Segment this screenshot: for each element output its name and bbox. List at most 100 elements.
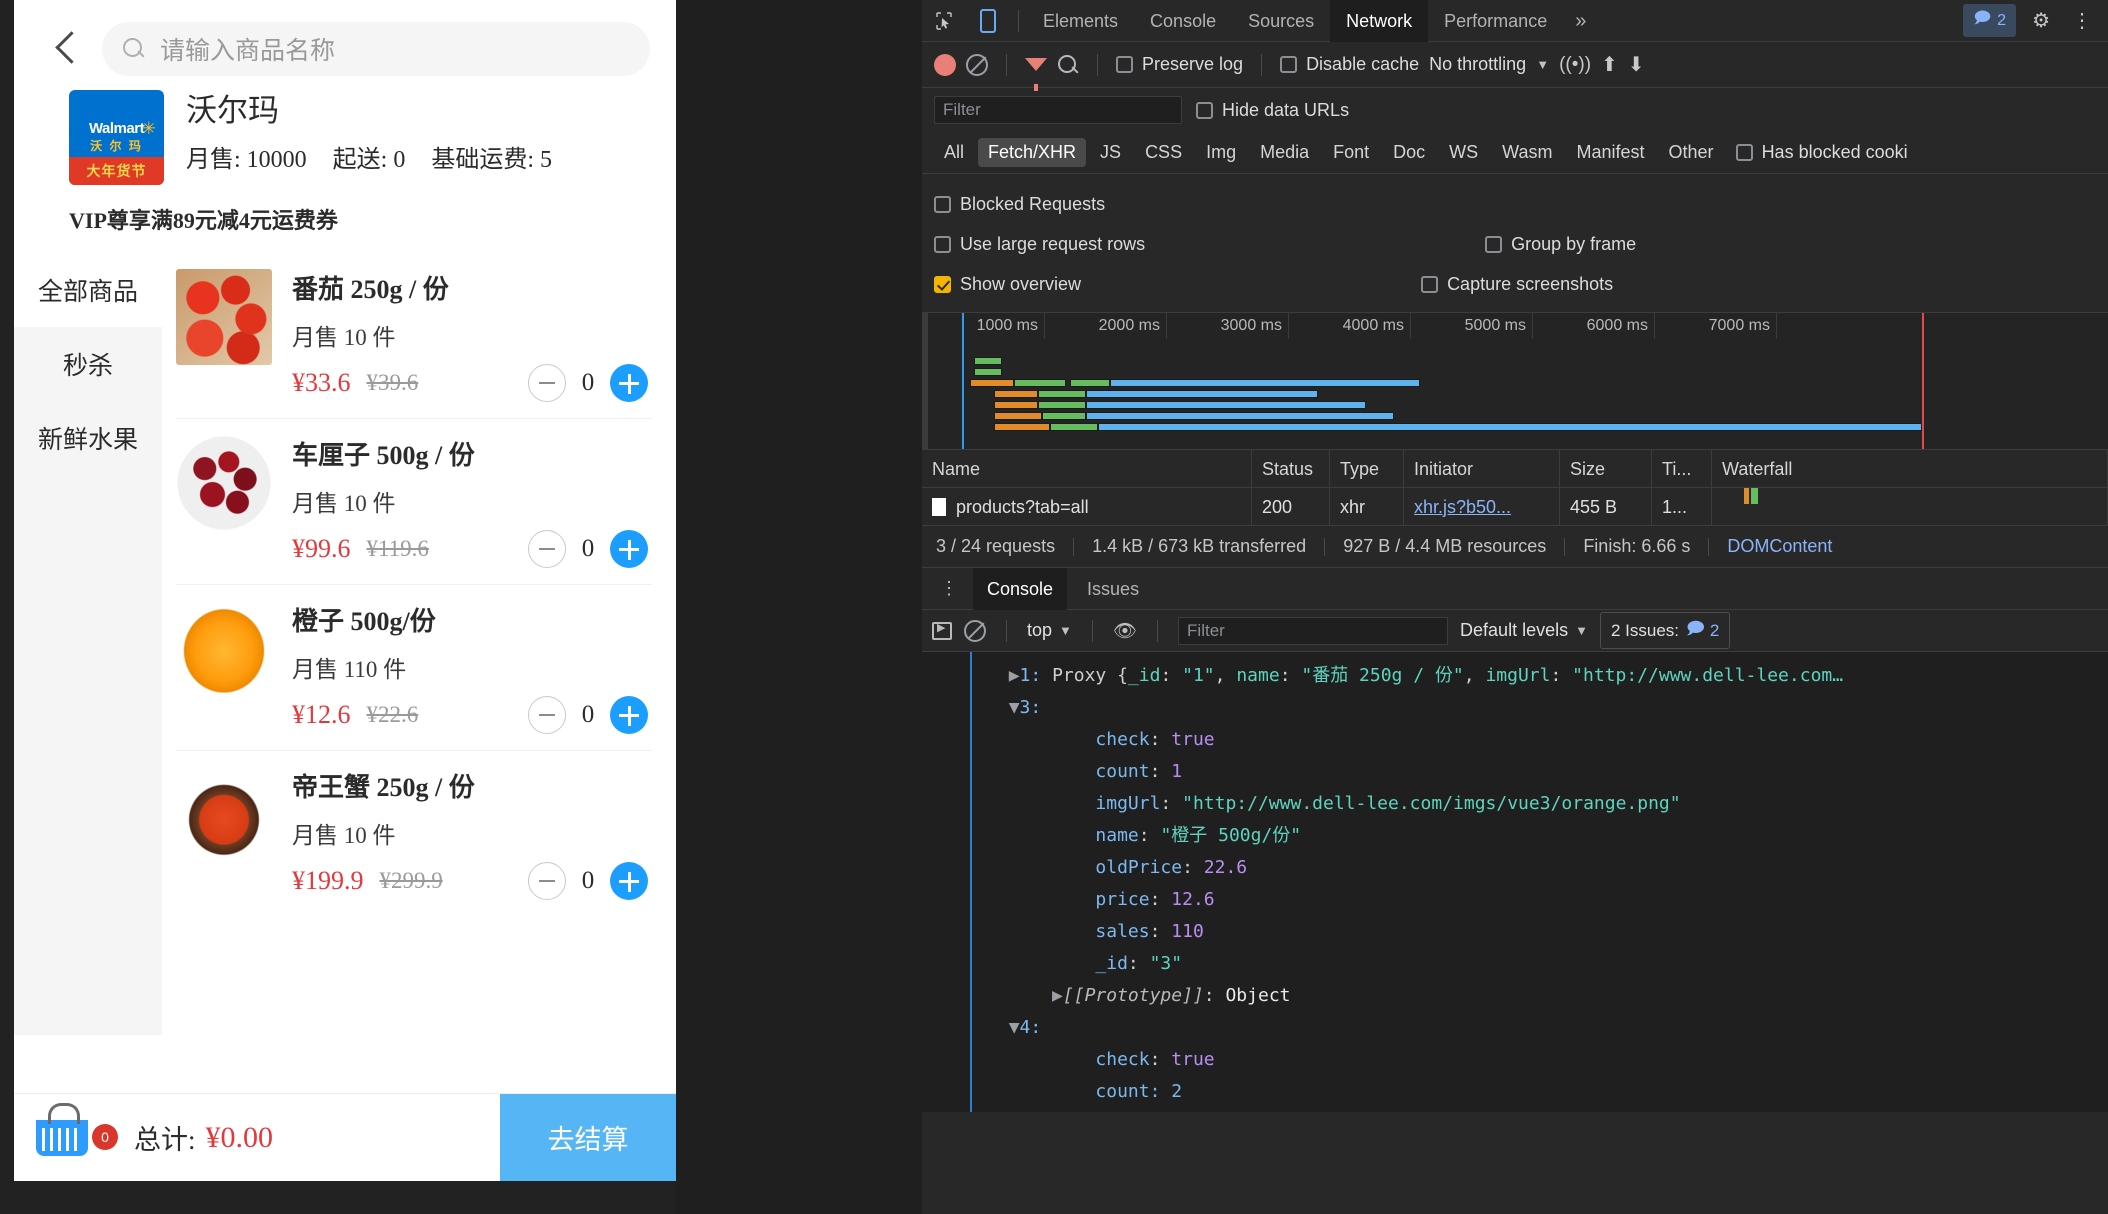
minus-button[interactable]: [528, 862, 566, 900]
has-blocked-cookies-checkbox[interactable]: Has blocked cooki: [1735, 142, 1908, 163]
list-item[interactable]: 番茄 250g / 份 月售 10 件 ¥33.6 ¥39.6 0: [176, 253, 652, 419]
product-old-price: ¥299.9: [379, 868, 443, 893]
product-list[interactable]: 番茄 250g / 份 月售 10 件 ¥33.6 ¥39.6 0 车厘子 50…: [162, 253, 676, 1069]
more-tabs-icon[interactable]: »: [1563, 0, 1598, 42]
filter-funnel-icon[interactable]: [1025, 58, 1047, 91]
console-token: :: [1149, 729, 1172, 750]
tab-performance[interactable]: Performance: [1428, 0, 1563, 42]
tab-sources[interactable]: Sources: [1232, 0, 1330, 42]
throttling-select[interactable]: No throttling: [1429, 54, 1526, 75]
kebab-menu-icon[interactable]: ⋮: [2066, 8, 2098, 33]
type-filter-js[interactable]: JS: [1090, 138, 1131, 167]
disclosure-open-icon[interactable]: ▼: [1009, 697, 1020, 718]
sidebar-item-fresh-fruit[interactable]: 新鲜水果: [14, 401, 162, 475]
minus-button[interactable]: [528, 364, 566, 402]
export-har-icon[interactable]: ⬇: [1628, 52, 1645, 77]
network-conditions-icon[interactable]: ((•)): [1559, 54, 1591, 76]
console-filter-input[interactable]: Filter: [1178, 616, 1449, 645]
checkout-button[interactable]: 去结算: [500, 1093, 676, 1181]
quantity-stepper[interactable]: 0: [528, 530, 652, 568]
network-overview[interactable]: 1000 ms 2000 ms 3000 ms 4000 ms 5000 ms …: [922, 312, 2108, 450]
drawer-menu-icon[interactable]: ⋮: [932, 578, 967, 599]
hide-data-urls-checkbox[interactable]: Hide data URLs: [1196, 100, 1349, 121]
back-chevron-icon[interactable]: [54, 28, 80, 70]
column-header-type[interactable]: Type: [1330, 449, 1404, 488]
tab-console-drawer[interactable]: Console: [973, 567, 1068, 610]
type-filter-wasm[interactable]: Wasm: [1492, 138, 1562, 167]
panel-divider[interactable]: [908, 0, 922, 1214]
disclosure-closed-icon[interactable]: ▶: [1052, 985, 1063, 1006]
request-initiator-link[interactable]: xhr.js?b50...: [1414, 497, 1511, 517]
column-header-status[interactable]: Status: [1252, 449, 1330, 488]
quantity-stepper[interactable]: 0: [528, 696, 652, 734]
blocked-requests-checkbox[interactable]: Blocked Requests: [934, 194, 1105, 215]
tab-issues-drawer[interactable]: Issues: [1073, 568, 1153, 610]
type-filter-doc[interactable]: Doc: [1383, 138, 1435, 167]
type-filter-media[interactable]: Media: [1250, 138, 1319, 167]
quantity-stepper[interactable]: 0: [528, 862, 652, 900]
disclosure-open-icon[interactable]: ▼: [1009, 1017, 1020, 1038]
type-filter-all[interactable]: All: [934, 138, 974, 167]
plus-button[interactable]: [610, 530, 648, 568]
clear-console-icon[interactable]: [964, 619, 986, 642]
sidebar-item-all-products[interactable]: 全部商品: [14, 253, 162, 327]
console-sidebar-icon[interactable]: [932, 621, 952, 640]
cart-button[interactable]: 0: [14, 1102, 134, 1156]
type-filter-ws[interactable]: WS: [1439, 138, 1488, 167]
large-rows-checkbox[interactable]: Use large request rows: [934, 234, 1145, 255]
group-by-frame-checkbox[interactable]: Group by frame: [1485, 234, 1636, 255]
sidebar-item-flash-sale[interactable]: 秒杀: [14, 327, 162, 401]
capture-screenshots-checkbox[interactable]: Capture screenshots: [1421, 274, 1613, 295]
preserve-log-checkbox[interactable]: Preserve log: [1116, 54, 1243, 75]
import-har-icon[interactable]: ⬆: [1601, 52, 1618, 77]
search-input[interactable]: 请输入商品名称: [102, 22, 650, 76]
product-sales: 月售 10 件: [292, 491, 396, 516]
column-header-size[interactable]: Size: [1560, 449, 1652, 488]
console-token: 4:: [1019, 1017, 1042, 1038]
column-header-initiator[interactable]: Initiator: [1404, 449, 1560, 488]
list-item[interactable]: 车厘子 500g / 份 月售 10 件 ¥99.6 ¥119.6 0: [176, 419, 652, 585]
minus-button[interactable]: [528, 530, 566, 568]
list-item[interactable]: 橙子 500g/份 月售 110 件 ¥12.6 ¥22.6 0: [176, 585, 652, 751]
issues-indicator[interactable]: 🗩 2: [1963, 4, 2017, 37]
list-item[interactable]: 帝王蟹 250g / 份 月售 10 件 ¥199.9 ¥299.9 0: [176, 751, 652, 916]
total-label: 总计:: [134, 1125, 196, 1155]
clear-icon[interactable]: [966, 53, 988, 76]
tab-elements[interactable]: Elements: [1027, 0, 1134, 42]
console-issues-button[interactable]: 2 Issues: 🗩 2: [1599, 612, 1731, 649]
toggle-device-toolbar-icon[interactable]: [966, 1, 1010, 41]
minus-button[interactable]: [528, 696, 566, 734]
tab-network[interactable]: Network: [1330, 0, 1429, 42]
record-button[interactable]: [934, 53, 956, 76]
plus-button[interactable]: [610, 862, 648, 900]
chevron-down-icon[interactable]: ▼: [1536, 57, 1549, 72]
search-icon[interactable]: [1057, 54, 1079, 76]
network-filter-input[interactable]: Filter: [934, 96, 1182, 124]
tab-console[interactable]: Console: [1134, 0, 1232, 42]
overview-tick: 7000 ms: [1708, 317, 1770, 334]
inspect-element-icon[interactable]: [922, 1, 966, 41]
type-filter-other[interactable]: Other: [1659, 138, 1724, 167]
show-overview-checkbox[interactable]: Show overview: [934, 274, 1081, 295]
type-filter-css[interactable]: CSS: [1135, 138, 1192, 167]
type-filter-manifest[interactable]: Manifest: [1567, 138, 1655, 167]
table-row[interactable]: products?tab=all 200 xhr xhr.js?b50... 4…: [922, 487, 2108, 526]
column-header-waterfall[interactable]: Waterfall: [1712, 449, 2108, 488]
quantity-value: 0: [581, 369, 595, 396]
console-levels-selector[interactable]: Default levels ▼: [1460, 620, 1588, 641]
column-header-name[interactable]: Name: [922, 449, 1252, 488]
logo-brand-cn-text: 沃 尔 玛: [90, 139, 143, 153]
type-filter-fetch-xhr[interactable]: Fetch/XHR: [978, 138, 1087, 167]
disable-cache-checkbox[interactable]: Disable cache: [1280, 54, 1419, 75]
console-output[interactable]: ▶1: Proxy {_id: "1", name: "番茄 250g / 份"…: [922, 652, 2108, 1112]
gear-icon[interactable]: ⚙: [2026, 8, 2056, 33]
column-header-time[interactable]: Ti...: [1652, 449, 1712, 488]
plus-button[interactable]: [610, 696, 648, 734]
disclosure-closed-icon[interactable]: ▶: [1009, 665, 1020, 686]
plus-button[interactable]: [610, 364, 648, 402]
type-filter-font[interactable]: Font: [1323, 138, 1379, 167]
console-context-selector[interactable]: top ▼: [1027, 620, 1072, 641]
type-filter-img[interactable]: Img: [1196, 138, 1246, 167]
live-expression-icon[interactable]: 👁: [1113, 619, 1137, 643]
quantity-stepper[interactable]: 0: [528, 364, 652, 402]
